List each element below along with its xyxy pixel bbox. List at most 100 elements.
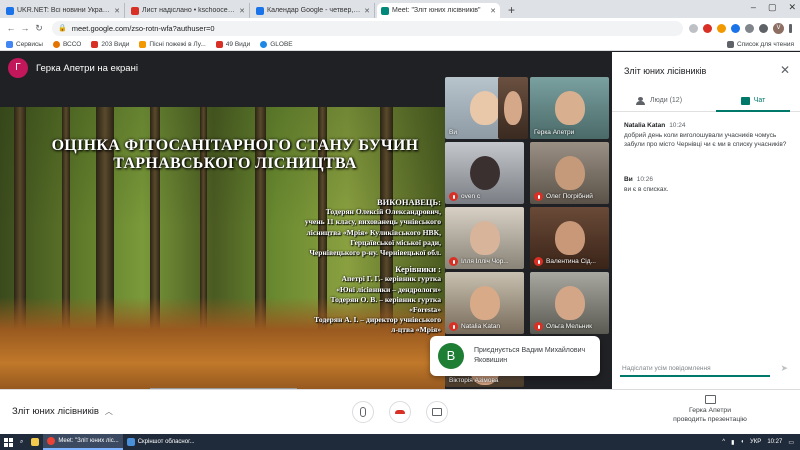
send-icon[interactable]: ➤ bbox=[780, 363, 788, 374]
tab-label: Календар Google - четвер, 15 к bbox=[267, 7, 362, 14]
participant-face bbox=[504, 91, 522, 125]
tab-label: Лист надіслано • kschoocentum@ bbox=[142, 7, 236, 14]
taskbar-search[interactable]: ⌕ bbox=[16, 434, 27, 450]
camera-button[interactable] bbox=[426, 401, 448, 423]
bookmark-item[interactable]: 203 Види bbox=[91, 40, 129, 48]
extension-blue-icon[interactable] bbox=[731, 23, 740, 33]
bookmark-item[interactable]: Пісні пожежі в Лу... bbox=[139, 40, 206, 48]
presenter-header: Г Герка Апетри на екрані bbox=[8, 58, 138, 78]
reload-icon[interactable]: ↻ bbox=[32, 23, 46, 34]
taskbar-screenshot-app[interactable]: Скріншот обласног... bbox=[123, 434, 199, 450]
chrome-icon bbox=[47, 437, 56, 445]
slide-line: «Foresta» bbox=[409, 305, 441, 315]
network-icon[interactable]: ▮ bbox=[731, 439, 734, 446]
mic-off-icon bbox=[534, 322, 543, 331]
back-arrow-icon[interactable]: ← bbox=[4, 23, 18, 33]
participant-name: Ольга Мельник bbox=[534, 322, 592, 331]
volume-icon[interactable]: ◖ bbox=[740, 439, 744, 445]
meet-stage: Г Герка Апетри на екрані ОЦІНКА ФІТОСАНІ… bbox=[0, 52, 612, 407]
chevron-up-icon: ︿ bbox=[104, 407, 113, 416]
url-text: meet.google.com/zso-rotn-wfa?authuser=0 bbox=[71, 23, 215, 33]
extensions: V bbox=[689, 22, 792, 34]
language-indicator[interactable]: УКР bbox=[750, 439, 761, 445]
participant-face bbox=[554, 156, 585, 190]
message-time: 10:24 bbox=[669, 122, 686, 129]
tab-people[interactable]: Люди (12) bbox=[612, 90, 706, 111]
close-icon[interactable]: ✕ bbox=[364, 7, 370, 15]
clock[interactable]: 10:27 bbox=[767, 439, 782, 445]
windows-start-button[interactable] bbox=[0, 434, 16, 450]
slide-line: учень 11 класу, вихованець учнівського bbox=[304, 217, 441, 227]
slide-line: «Юні лісівники – дендрологи» bbox=[336, 284, 441, 294]
mic-off-icon bbox=[449, 322, 458, 331]
participant-tile[interactable]: Natalia Katan bbox=[445, 272, 524, 334]
slide-line: л-цтва «Мрія» bbox=[391, 325, 441, 335]
close-icon[interactable]: ✕ bbox=[780, 63, 790, 77]
participant-name: Валентина Сід... bbox=[534, 257, 596, 266]
participant-tile[interactable]: Валентина Сід... bbox=[530, 207, 609, 269]
bookmark-item[interactable]: ВССО bbox=[52, 40, 81, 48]
microphone-button[interactable] bbox=[352, 401, 374, 423]
participant-name: Ви bbox=[449, 129, 457, 136]
joining-avatar: B bbox=[438, 343, 464, 369]
video-icon bbox=[215, 40, 223, 48]
chat-icon bbox=[740, 96, 750, 105]
maximize-icon[interactable]: ▢ bbox=[768, 2, 777, 13]
reading-list[interactable]: Список для чтения bbox=[727, 40, 794, 48]
bookmark-item[interactable]: 49 Види bbox=[215, 40, 250, 48]
video-icon bbox=[91, 40, 99, 48]
calendar-favicon-icon bbox=[256, 6, 264, 15]
join-notification: B Приєднується Вадим Михайлович Яковишин bbox=[430, 336, 600, 376]
participant-tile[interactable]: Ольга Мельник bbox=[530, 272, 609, 334]
minimize-icon[interactable]: – bbox=[751, 2, 756, 13]
chevron-up-icon[interactable]: ^ bbox=[722, 439, 725, 445]
bookmark-item[interactable]: Сервисы bbox=[6, 40, 43, 48]
participant-tile[interactable]: Олег Погрібний bbox=[530, 142, 609, 204]
meeting-details-button[interactable]: Зліт юних лісівників ︿ bbox=[12, 406, 113, 417]
extension-orange-icon[interactable] bbox=[717, 23, 726, 33]
participant-tile[interactable]: Ілля Ілліч Чор... bbox=[445, 207, 524, 269]
meet-favicon-icon bbox=[381, 6, 389, 15]
window-close-icon[interactable]: ✕ bbox=[788, 2, 796, 13]
puzzle-icon[interactable] bbox=[759, 23, 768, 33]
participant-name: Герка Апетри bbox=[534, 129, 575, 136]
forward-arrow-icon[interactable]: → bbox=[18, 23, 32, 33]
presenting-status[interactable]: Герка Апетри проводить презентацію bbox=[670, 395, 750, 424]
browser-tab-calendar[interactable]: Календар Google - четвер, 15 к ✕ bbox=[252, 3, 375, 18]
star-icon[interactable] bbox=[689, 23, 698, 33]
extension-gray-icon[interactable] bbox=[745, 23, 754, 33]
end-call-button[interactable] bbox=[389, 401, 411, 423]
close-icon[interactable]: ✕ bbox=[490, 7, 496, 15]
message-time: 10:26 bbox=[636, 176, 653, 183]
tab-chat[interactable]: Чат bbox=[706, 90, 800, 112]
chat-input[interactable]: Надіслати усім повідомлення bbox=[620, 363, 770, 377]
participant-name: Олег Погрібний bbox=[534, 192, 593, 201]
participant-tile[interactable]: oven c bbox=[445, 142, 524, 204]
tab-label: UKR.NET: Всі новини України, о bbox=[17, 7, 112, 14]
participant-tile[interactable]: Герка Апетри bbox=[530, 77, 609, 139]
mic-off-icon bbox=[449, 257, 458, 266]
notifications-icon[interactable]: ▭ bbox=[788, 439, 794, 446]
profile-avatar[interactable]: V bbox=[773, 22, 784, 34]
mic-off-icon bbox=[534, 257, 543, 266]
close-icon[interactable]: ✕ bbox=[239, 7, 245, 15]
menu-dots-icon[interactable] bbox=[789, 23, 792, 33]
browser-tab-mail[interactable]: Лист надіслано • kschoocentum@ ✕ bbox=[127, 3, 250, 18]
browser-tab-meet[interactable]: Meet: "Зліт юних лісівників" ✕ bbox=[377, 3, 500, 18]
participant-tile[interactable] bbox=[498, 77, 528, 139]
new-tab-button[interactable]: + bbox=[502, 3, 521, 18]
browser-tab-bar: UKR.NET: Всі новини України, о ✕ Лист на… bbox=[0, 0, 800, 18]
address-bar[interactable]: 🔒 meet.google.com/zso-rotn-wfa?authuser=… bbox=[52, 20, 683, 36]
message-text: добрий день коли виголошували учасників … bbox=[624, 132, 787, 148]
taskbar-chrome-meet[interactable]: Meet: "Зліт юних ліс... bbox=[43, 434, 123, 450]
leaders-heading: Керівники : bbox=[395, 264, 441, 275]
bookmarks-bar: Сервисы ВССО 203 Види Пісні пожежі в Лу.… bbox=[0, 38, 800, 51]
bookmark-item[interactable]: GLOBE bbox=[260, 40, 293, 48]
close-icon[interactable]: ✕ bbox=[114, 7, 120, 15]
list-icon bbox=[727, 40, 734, 48]
taskbar-explorer[interactable] bbox=[27, 434, 43, 450]
shared-slide: ОЦІНКА ФІТОСАНІТАРНОГО СТАНУ БУЧИН ТАРНА… bbox=[0, 107, 445, 407]
message-author: Natalia Katan 10:24 bbox=[624, 122, 686, 129]
extension-red-icon[interactable] bbox=[703, 23, 712, 33]
browser-tab-ukrnet[interactable]: UKR.NET: Всі новини України, о ✕ bbox=[2, 3, 125, 18]
